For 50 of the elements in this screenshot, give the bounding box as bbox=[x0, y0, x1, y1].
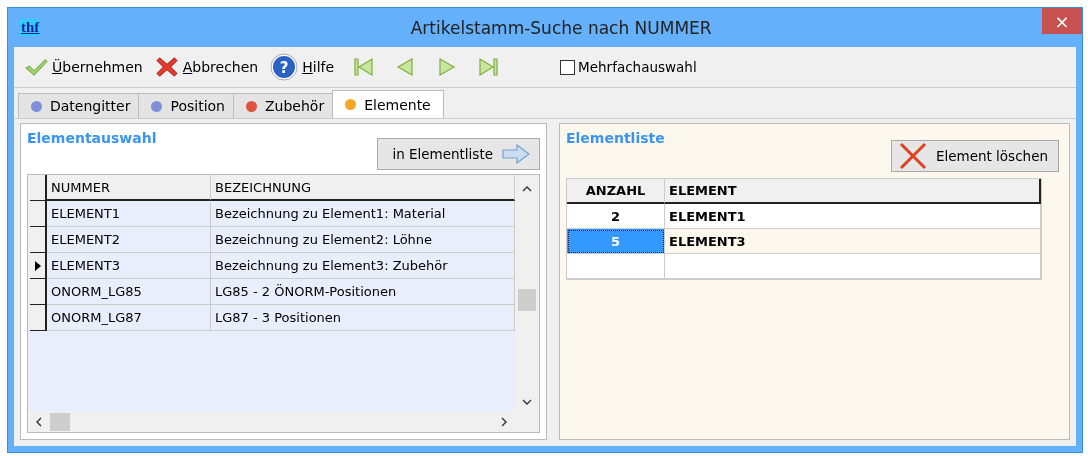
panel-title: Elementauswahl bbox=[27, 130, 157, 146]
ok-button[interactable]: Übernehmen bbox=[22, 54, 149, 80]
cross-icon bbox=[154, 56, 179, 78]
table-cell: ELEMENT2 bbox=[47, 227, 211, 253]
table-cell: LG85 - 2 ÖNORM-Positionen bbox=[211, 279, 515, 305]
column-header[interactable]: BEZEICHNUNG bbox=[211, 175, 515, 201]
row-header[interactable] bbox=[30, 227, 47, 253]
table-cell: LG87 - 3 Positionen bbox=[211, 305, 515, 331]
vertical-scrollbar[interactable] bbox=[515, 175, 539, 432]
last-arrow-icon bbox=[478, 56, 501, 78]
horizontal-scrollbar[interactable] bbox=[28, 412, 515, 432]
cancel-button[interactable]: Abbrechen bbox=[152, 54, 265, 80]
row-header[interactable] bbox=[30, 279, 47, 305]
add-to-list-button[interactable]: in Elementliste bbox=[377, 138, 540, 170]
multi-select-checkbox[interactable] bbox=[560, 59, 576, 75]
scroll-down-icon bbox=[522, 398, 532, 406]
delete-element-button[interactable]: Element löschen bbox=[890, 140, 1059, 172]
panel-title: Elementliste bbox=[566, 130, 665, 146]
scroll-right-icon bbox=[500, 417, 508, 427]
current-row-icon bbox=[33, 259, 42, 272]
close-button[interactable]: × bbox=[1042, 8, 1082, 34]
tab[interactable]: Datengitter bbox=[18, 93, 140, 118]
table-cell: Bezeichnung zu Element2: Löhne bbox=[211, 227, 515, 253]
cross-icon bbox=[897, 142, 928, 170]
table-cell: 5 bbox=[567, 229, 665, 254]
arrow-right-icon bbox=[501, 144, 531, 164]
row-header[interactable] bbox=[30, 305, 47, 331]
table-cell: Bezeichnung zu Element1: Material bbox=[211, 201, 515, 227]
app-logo: thf bbox=[20, 19, 41, 36]
checkmark-icon bbox=[24, 56, 48, 78]
scroll-thumb[interactable] bbox=[518, 289, 536, 311]
table-cell: ONORM_LG87 bbox=[47, 305, 211, 331]
table-cell: ONORM_LG85 bbox=[47, 279, 211, 305]
column-header[interactable]: NUMMER bbox=[47, 175, 211, 201]
table-cell: ELEMENT3 bbox=[47, 253, 211, 279]
first-arrow-icon bbox=[352, 56, 375, 78]
help-icon: ? bbox=[270, 53, 299, 81]
scroll-up-icon bbox=[522, 185, 532, 193]
multi-select-label: Mehrfachauswahl bbox=[578, 59, 697, 75]
scroll-thumb[interactable] bbox=[50, 413, 70, 431]
table-cell: Bezeichnung zu Element3: Zubehör bbox=[211, 253, 515, 279]
tab[interactable]: Zubehör bbox=[233, 93, 334, 118]
window-title: Artikelstamm-Suche nach NUMMER bbox=[410, 17, 712, 38]
row-header[interactable] bbox=[30, 253, 47, 279]
table-cell: ELEMENT1 bbox=[47, 201, 211, 227]
help-button[interactable]: ? Hilfe bbox=[268, 51, 341, 83]
scroll-left-icon bbox=[35, 417, 43, 427]
tab[interactable]: Position bbox=[138, 93, 234, 118]
tab[interactable]: Elemente bbox=[332, 90, 444, 118]
row-header[interactable] bbox=[30, 201, 47, 227]
